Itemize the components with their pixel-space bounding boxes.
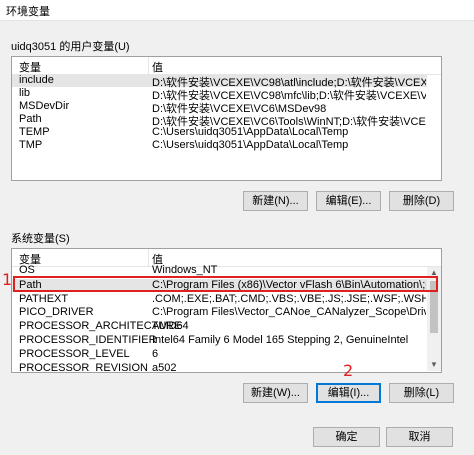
user-var-row-lib[interactable]: lib D:\软件安装\VCEXE\VC98\mfc\lib;D:\软件安装\V… (12, 87, 427, 102)
user-var-row-msdevdir[interactable]: MSDevDir D:\软件安装\VCEXE\VC6\MSDev98 (12, 100, 427, 115)
var-value: .COM;.EXE;.BAT;.CMD;.VBS;.VBE;.JS;.JSE;.… (152, 293, 426, 305)
var-value: C:\Users\uidq3051\AppData\Local\Temp (152, 139, 349, 151)
system-var-row-processor-architecture[interactable]: PROCESSOR_ARCHITECTURE AMD64 (12, 320, 427, 333)
system-var-row-processor-identifier[interactable]: PROCESSOR_IDENTIFIER Intel64 Family 6 Mo… (12, 334, 427, 347)
system-var-row-processor-revision[interactable]: PROCESSOR_REVISION a502 (12, 362, 427, 373)
var-value: Intel64 Family 6 Model 165 Stepping 2, G… (152, 334, 409, 346)
var-value: AMD64 (152, 320, 189, 332)
column-divider[interactable] (148, 57, 149, 74)
annotation-marker-2: 2 (343, 361, 354, 380)
var-name: PROCESSOR_LEVEL (19, 348, 130, 360)
system-delete-button[interactable]: 删除(L) (389, 383, 454, 403)
col-header-value[interactable]: 值 (152, 59, 163, 75)
scrollbar-thumb[interactable] (430, 281, 438, 333)
var-name: OS (19, 264, 35, 276)
scroll-up-icon[interactable]: ▲ (427, 267, 441, 279)
system-new-button[interactable]: 新建(W)... (243, 383, 308, 403)
user-new-button[interactable]: 新建(N)... (243, 191, 308, 211)
system-var-row-processor-level[interactable]: PROCESSOR_LEVEL 6 (12, 348, 427, 361)
var-name: PATHEXT (19, 293, 69, 305)
user-edit-button[interactable]: 编辑(E)... (316, 191, 381, 211)
user-var-row-tmp[interactable]: TMP C:\Users\uidq3051\AppData\Local\Temp (12, 139, 427, 152)
var-name: Path (19, 279, 42, 291)
annotation-marker-1: 1 (2, 270, 13, 289)
scroll-down-icon[interactable]: ▼ (427, 359, 441, 371)
user-vars-label: uidq3051 的用户变量(U) (11, 41, 130, 53)
system-var-row-path[interactable]: Path C:\Program Files (x86)\Vector vFlas… (12, 279, 427, 292)
user-var-row-temp[interactable]: TEMP C:\Users\uidq3051\AppData\Local\Tem… (12, 126, 427, 139)
var-name: PICO_DRIVER (19, 306, 94, 318)
var-value: C:\Program Files (x86)\Vector vFlash 6\B… (152, 279, 426, 291)
user-var-row-path[interactable]: Path D:\软件安装\VCEXE\VC6\Tools\WinNT;D:\软件… (12, 113, 427, 128)
var-name: PROCESSOR_REVISION (19, 362, 148, 373)
window-title: 环境变量 (6, 6, 50, 18)
var-name: include (19, 74, 54, 86)
var-value: Windows_NT (152, 264, 218, 276)
system-vars-scrollbar[interactable]: ▲ ▼ (427, 267, 441, 371)
system-var-row-pathext[interactable]: PATHEXT .COM;.EXE;.BAT;.CMD;.VBS;.VBE;.J… (12, 293, 427, 306)
var-value: C:\Program Files\Vector_CANoe_CANalyzer_… (152, 306, 426, 318)
var-name: Path (19, 113, 42, 125)
var-name: PROCESSOR_IDENTIFIER (19, 334, 157, 346)
var-name: MSDevDir (19, 100, 70, 112)
user-var-row-include[interactable]: include D:\软件安装\VCEXE\VC98\atl\include;D… (12, 74, 427, 89)
user-delete-button[interactable]: 删除(D) (389, 191, 454, 211)
user-vars-list[interactable]: 变量 值 include D:\软件安装\VCEXE\VC98\atl\incl… (11, 56, 442, 181)
ok-button[interactable]: 确定 (313, 427, 380, 447)
system-vars-label: 系统变量(S) (11, 233, 70, 245)
system-edit-button[interactable]: 编辑(I)... (316, 383, 381, 403)
system-var-row-pico-driver[interactable]: PICO_DRIVER C:\Program Files\Vector_CANo… (12, 306, 427, 319)
var-name: TMP (19, 139, 43, 151)
title-bar: 环境变量 (0, 0, 474, 21)
var-name: TEMP (19, 126, 50, 138)
var-name: lib (19, 87, 31, 99)
cancel-button[interactable]: 取消 (386, 427, 453, 447)
user-vars-header: 变量 值 (12, 57, 441, 75)
col-header-name[interactable]: 变量 (19, 59, 41, 75)
var-value: 6 (152, 348, 159, 360)
var-value: a502 (152, 362, 177, 373)
system-vars-list[interactable]: 变量 值 OS Windows_NT Path C:\Program Files… (11, 248, 442, 373)
system-var-row-os[interactable]: OS Windows_NT (12, 264, 427, 277)
var-value: C:\Users\uidq3051\AppData\Local\Temp (152, 126, 349, 138)
